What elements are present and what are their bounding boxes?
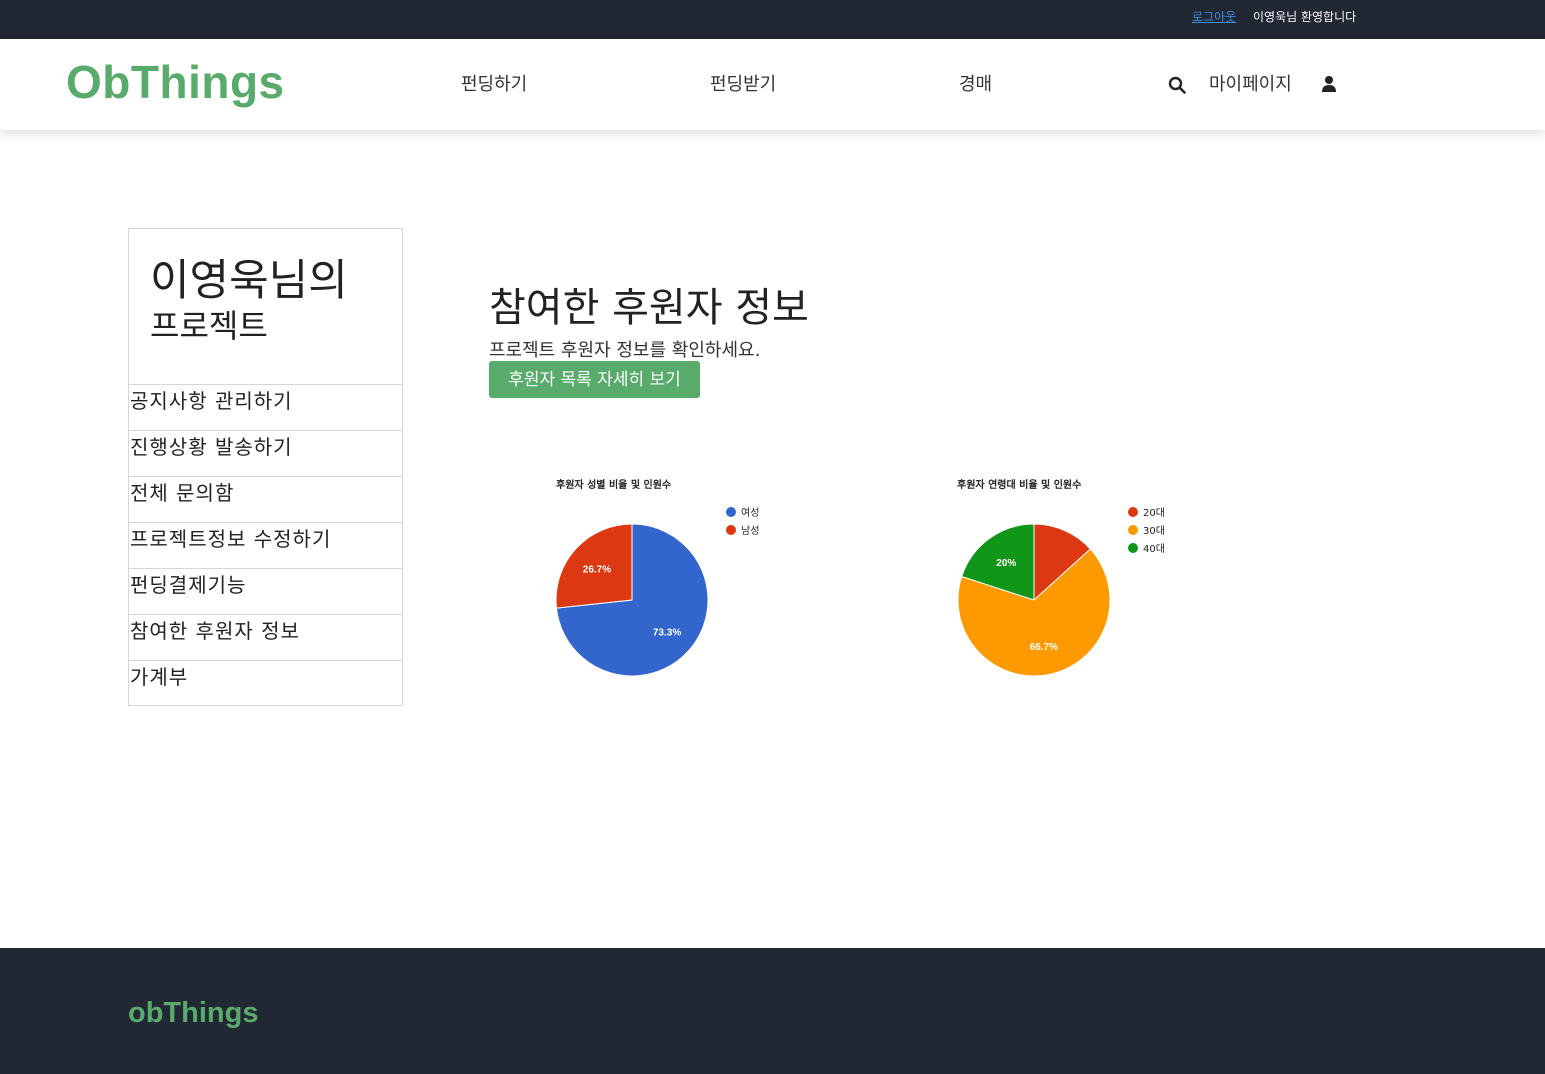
sidebar-title: 이영욱님의 [150, 256, 348, 306]
age-pie-chart: 66.7% 20% 20대 30대 40대 [957, 507, 1165, 677]
sidebar-item-label: 전체 문의함 [130, 481, 235, 505]
gender-chart-title: 후원자 성별 비율 및 인원수 [556, 480, 672, 491]
legend-marker [1128, 525, 1138, 535]
footer-logo: obThings [128, 997, 259, 1029]
nav-auction[interactable]: 경매 [959, 70, 992, 96]
supporter-list-button[interactable]: 후원자 목록 자세히 보기 [489, 361, 700, 398]
legend-label[interactable]: 여성 [741, 507, 759, 519]
page-subtitle: 프로젝트 후원자 정보를 확인하세요. [489, 340, 761, 361]
sidebar-item-payment[interactable]: 펀딩결제기능 [129, 568, 402, 614]
sidebar-item-inquiries[interactable]: 전체 문의함 [129, 476, 402, 522]
legend-marker [726, 507, 736, 517]
sidebar-item-supporters[interactable]: 참여한 후원자 정보 [129, 614, 402, 660]
logout-link[interactable]: 로그아웃 [1192, 8, 1236, 25]
sidebar-item-ledger[interactable]: 가계부 [129, 660, 402, 706]
sidebar-item-label: 참여한 후원자 정보 [130, 619, 300, 643]
legend-marker [1128, 507, 1138, 517]
legend-label[interactable]: 남성 [741, 525, 759, 537]
welcome-text: 이영욱님 환영합니다 [1253, 10, 1357, 24]
search-icon[interactable] [1168, 76, 1186, 94]
user-icon[interactable] [1322, 75, 1336, 93]
pie-data-label: 26.7% [583, 565, 611, 576]
page-title: 참여한 후원자 정보 [489, 285, 809, 331]
sidebar-item-label: 가계부 [130, 665, 189, 689]
pie-data-label: 66.7% [1030, 642, 1058, 653]
legend-label[interactable]: 30대 [1143, 525, 1165, 537]
legend-label[interactable]: 40대 [1143, 543, 1165, 555]
top-bar: 로그아웃 이영욱님 환영합니다 [0, 0, 1545, 39]
gender-pie-chart: 73.3% 26.7% 여성남성 [555, 507, 759, 677]
brand-logo[interactable]: ObThings [66, 55, 285, 109]
sidebar-item-label: 공지사항 관리하기 [130, 389, 293, 413]
age-chart-title: 후원자 연령대 비율 및 인원수 [957, 480, 1082, 491]
nav-mypage[interactable]: 마이페이지 [1209, 70, 1292, 96]
pie-data-label: 20% [996, 558, 1016, 569]
sidebar-item-label: 펀딩결제기능 [130, 573, 247, 597]
sidebar-item-label: 프로젝트정보 수정하기 [130, 527, 332, 551]
sidebar-item-progress[interactable]: 진행상황 발송하기 [129, 430, 402, 476]
nav-get-funded[interactable]: 펀딩받기 [710, 70, 776, 96]
sidebar-item-edit-project[interactable]: 프로젝트정보 수정하기 [129, 522, 402, 568]
project-sidebar: 이영욱님의 프로젝트 공지사항 관리하기 진행상황 발송하기 전체 문의함 프로… [128, 228, 403, 706]
legend-label[interactable]: 20대 [1143, 507, 1165, 519]
legend-marker [726, 525, 736, 535]
sidebar-subtitle: 프로젝트 [150, 307, 268, 345]
footer: obThings [0, 948, 1545, 1074]
nav-funding[interactable]: 펀딩하기 [461, 70, 527, 96]
sidebar-item-notice[interactable]: 공지사항 관리하기 [129, 384, 402, 430]
legend-marker [1128, 543, 1138, 553]
sidebar-item-label: 진행상황 발송하기 [130, 435, 293, 459]
main-navbar: ObThings 펀딩하기 펀딩받기 경매 마이페이지 [0, 39, 1545, 130]
pie-data-label: 73.3% [653, 627, 681, 638]
